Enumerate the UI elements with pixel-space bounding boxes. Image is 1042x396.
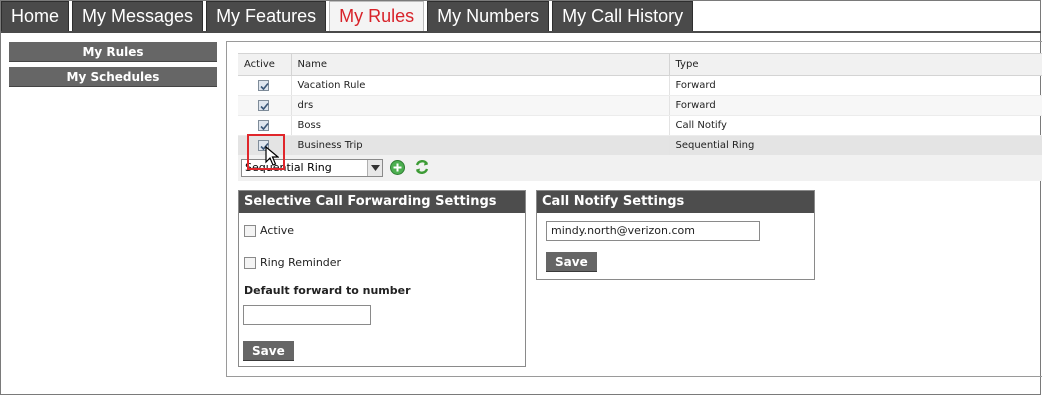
- sidebar-item-my-rules[interactable]: My Rules: [9, 42, 217, 62]
- table-row[interactable]: drs Forward: [238, 95, 1042, 116]
- rules-panel: Active Name Type Vacation Rule Forward d…: [226, 41, 1042, 377]
- sidebar: My Rules My Schedules: [9, 42, 217, 92]
- rules-table: Active Name Type Vacation Rule Forward d…: [238, 53, 1042, 156]
- column-header-type[interactable]: Type: [668, 53, 1042, 76]
- rule-type: Forward: [668, 75, 1042, 96]
- ring-reminder-label: Ring Reminder: [260, 256, 342, 269]
- column-header-active[interactable]: Active: [238, 53, 291, 76]
- selective-forwarding-panel: Selective Call Forwarding Settings Activ…: [238, 190, 526, 367]
- rule-active-checkbox[interactable]: [258, 99, 269, 111]
- sidebar-item-my-schedules[interactable]: My Schedules: [9, 67, 217, 87]
- call-notify-title: Call Notify Settings: [537, 191, 814, 213]
- tab-my-numbers[interactable]: My Numbers: [427, 1, 550, 31]
- rule-name: Vacation Rule: [290, 75, 669, 96]
- ring-reminder-checkbox[interactable]: [244, 256, 256, 269]
- selective-forwarding-title: Selective Call Forwarding Settings: [239, 191, 525, 213]
- rule-name: drs: [290, 95, 669, 116]
- tab-my-call-history[interactable]: My Call History: [552, 1, 694, 31]
- rule-type: Forward: [668, 95, 1042, 116]
- call-notify-panel: Call Notify Settings mindy.north@verizon…: [536, 190, 815, 280]
- column-header-name[interactable]: Name: [290, 53, 669, 76]
- rule-active-checkbox[interactable]: [258, 79, 269, 91]
- call-notify-save-button[interactable]: Save: [546, 252, 597, 272]
- rule-type: Sequential Ring: [668, 135, 1042, 156]
- rule-name: Boss: [290, 115, 669, 136]
- nav-underline: [1, 31, 1041, 33]
- tab-my-messages[interactable]: My Messages: [72, 1, 204, 31]
- mouse-pointer-icon: [265, 145, 280, 170]
- top-nav: Home My Messages My Features My Rules My…: [1, 1, 696, 31]
- ring-reminder-option: Ring Reminder: [244, 256, 341, 269]
- active-label: Active: [260, 224, 295, 237]
- active-option: Active: [244, 224, 294, 237]
- rules-toolbar: Sequential Ring: [238, 155, 1042, 181]
- table-row[interactable]: Vacation Rule Forward: [238, 75, 1042, 96]
- table-header-row: Active Name Type: [238, 53, 1042, 76]
- tab-my-rules[interactable]: My Rules: [329, 1, 425, 31]
- table-row[interactable]: Boss Call Notify: [238, 115, 1042, 136]
- chevron-down-icon[interactable]: [367, 160, 382, 176]
- notify-email-input[interactable]: mindy.north@verizon.com: [546, 221, 760, 241]
- active-checkbox[interactable]: [244, 224, 256, 237]
- refresh-icon[interactable]: [414, 159, 430, 179]
- rule-type: Call Notify: [668, 115, 1042, 136]
- rule-name: Business Trip: [290, 135, 669, 156]
- rule-active-checkbox[interactable]: [258, 119, 269, 131]
- tab-my-features[interactable]: My Features: [206, 1, 327, 31]
- default-forward-label: Default forward to number: [244, 284, 411, 297]
- table-row[interactable]: Business Trip Sequential Ring: [238, 135, 1042, 156]
- tab-home[interactable]: Home: [1, 1, 70, 31]
- selective-forwarding-save-button[interactable]: Save: [243, 341, 294, 361]
- add-circle-icon[interactable]: [390, 160, 405, 179]
- default-forward-number-input[interactable]: [243, 305, 371, 325]
